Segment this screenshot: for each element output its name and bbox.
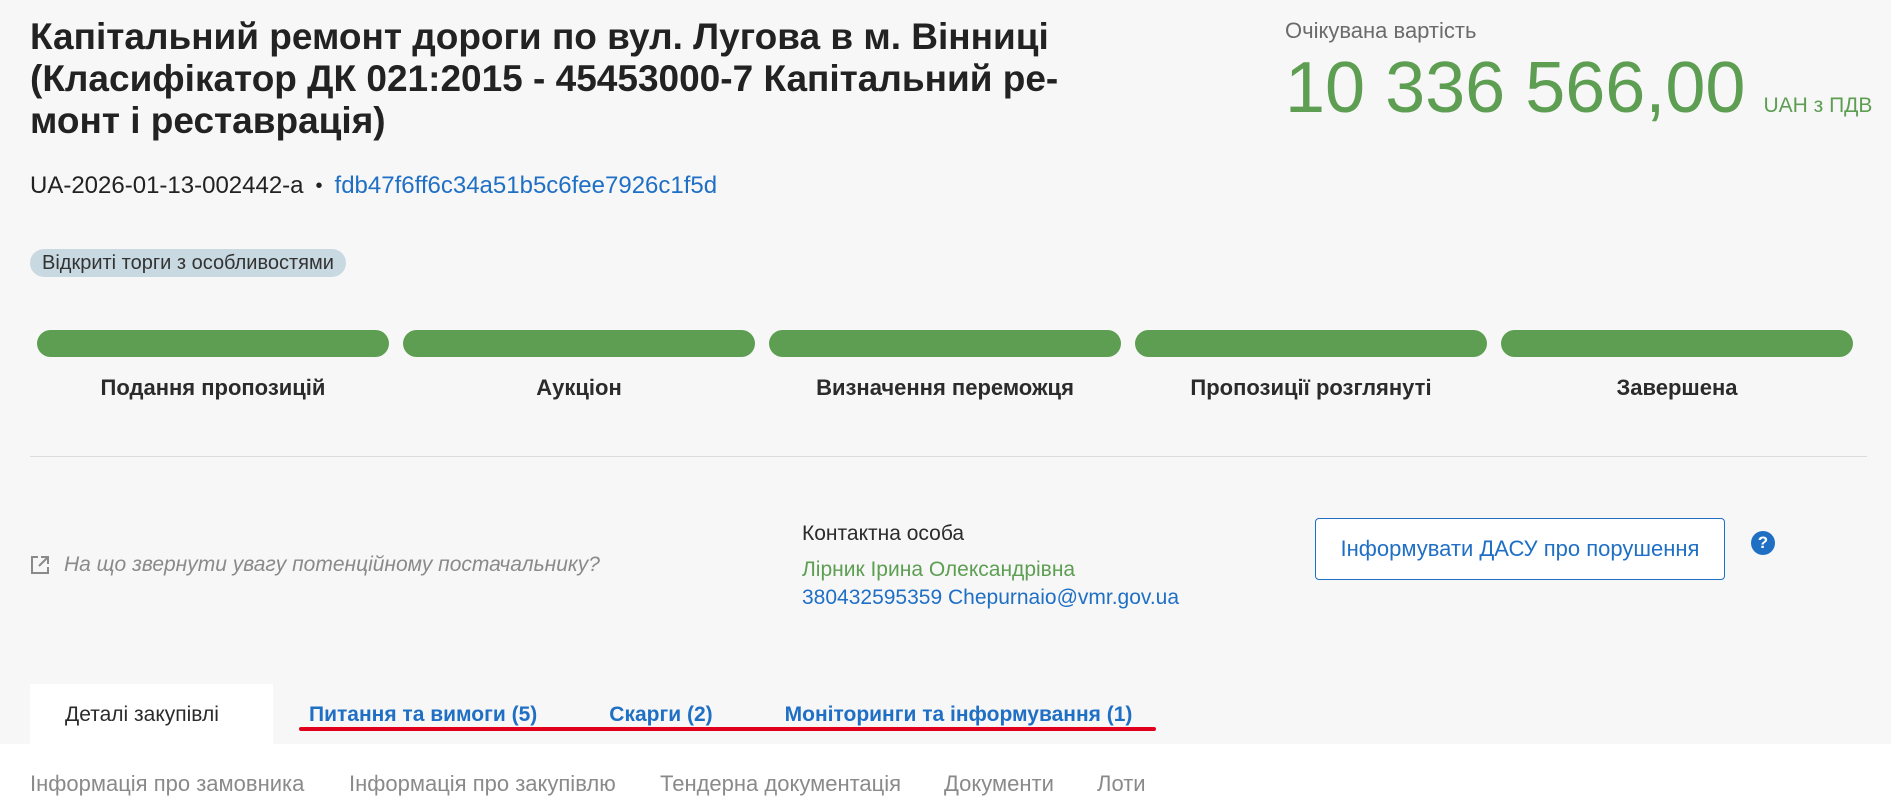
stage-reviewed: Пропозиції розглянуті bbox=[1128, 330, 1494, 401]
tabs: Деталі закупівлі Питання та вимоги (5) С… bbox=[30, 684, 1132, 744]
contact-name: Лірник Ірина Олександрівна bbox=[802, 558, 1076, 581]
stage-bar bbox=[769, 330, 1121, 357]
price-currency: UAH з ПДВ bbox=[1763, 94, 1873, 117]
id-separator: • bbox=[315, 174, 323, 197]
external-link-icon bbox=[31, 556, 49, 574]
stage-completed: Завершена bbox=[1494, 330, 1860, 401]
price-amount: 10 336 566,00 bbox=[1285, 48, 1746, 128]
section-nav-lots[interactable]: Лоти bbox=[1097, 771, 1146, 797]
page-title: Капітальний ремонт дороги по вул. Лугова… bbox=[30, 16, 1059, 141]
stage-winner: Визначення переможця bbox=[762, 330, 1128, 401]
stage-label: Аукціон bbox=[536, 375, 622, 400]
supplier-hint-link[interactable]: На що звернути увагу потенційному постач… bbox=[30, 553, 600, 577]
stage-label: Визначення переможця bbox=[816, 375, 1074, 400]
stage-label: Подання пропозицій bbox=[100, 375, 326, 400]
tab-procurement-details[interactable]: Деталі закупівлі bbox=[30, 684, 273, 744]
section-nav: Інформація про замовника Інформація про … bbox=[0, 744, 1891, 812]
expected-price: 10 336 566,00 UAH з ПДВ bbox=[1285, 50, 1872, 126]
stage-submission: Подання пропозицій bbox=[30, 330, 396, 401]
section-nav-tender-docs[interactable]: Тендерна документація bbox=[660, 771, 901, 797]
section-nav-documents[interactable]: Документи bbox=[944, 771, 1054, 797]
contact-label: Контактна особа bbox=[802, 522, 965, 545]
stage-label: Завершена bbox=[1616, 375, 1738, 400]
stage-bar bbox=[1135, 330, 1487, 357]
report-dasu-button[interactable]: Інформувати ДАСУ про порушення bbox=[1315, 518, 1725, 580]
stage-auction: Аукціон bbox=[396, 330, 762, 401]
procedure-type-badge: Відкриті торги з особливостями bbox=[30, 249, 346, 277]
section-nav-customer[interactable]: Інформація про замовника bbox=[30, 771, 304, 797]
divider bbox=[30, 456, 1867, 457]
stage-label: Пропозиції розглянуті bbox=[1190, 375, 1432, 400]
section-nav-procurement[interactable]: Інформація про закупівлю bbox=[349, 771, 616, 797]
stage-bar bbox=[403, 330, 755, 357]
tender-hash-link[interactable]: fdb47f6ff6c34a51b5c6fee7926c1f5d bbox=[335, 172, 718, 200]
stage-bar bbox=[37, 330, 389, 357]
stage-bar bbox=[1501, 330, 1853, 357]
contact-person: Контактна особа Лірник Ірина Олександрів… bbox=[802, 520, 1179, 612]
tender-ids: UA-2026-01-13-002442-a • fdb47f6ff6c34a5… bbox=[30, 172, 717, 200]
tender-id: UA-2026-01-13-002442-a bbox=[30, 172, 304, 199]
expected-price-label: Очікувана вартість bbox=[1285, 18, 1477, 43]
tab-monitoring[interactable]: Моніторинги та інформування (1) bbox=[785, 684, 1133, 744]
stage-progress: Подання пропозицій Аукціон Визначення пе… bbox=[30, 330, 1860, 401]
help-icon[interactable]: ? bbox=[1751, 531, 1775, 555]
tab-complaints[interactable]: Скарги (2) bbox=[609, 684, 712, 744]
highlight-underline bbox=[299, 727, 1156, 731]
supplier-hint-text: На що звернути увагу потенційному постач… bbox=[64, 553, 600, 576]
tab-questions[interactable]: Питання та вимоги (5) bbox=[309, 684, 537, 744]
contact-phone-email[interactable]: 380432595359 Chepurnaio@vmr.gov.ua bbox=[802, 584, 1179, 612]
